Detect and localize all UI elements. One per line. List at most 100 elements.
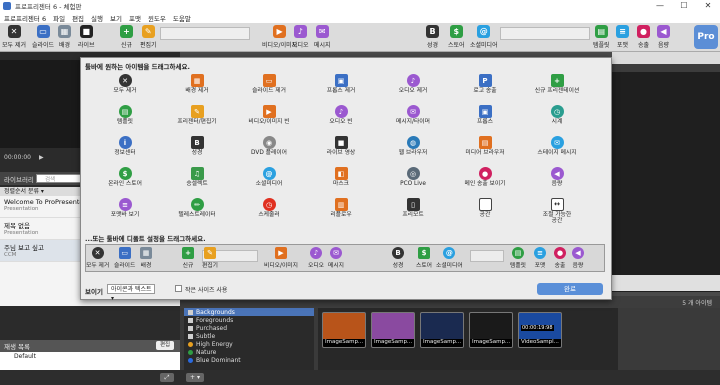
toolbar-option-web-browser[interactable]: ◍ 웹 브라우저 (377, 136, 449, 162)
menu-view[interactable]: 보기 (110, 13, 122, 23)
toolbar-option-template[interactable]: ▤ 템플릿 (89, 105, 161, 131)
toolbar-volume-button[interactable]: ◀ 음량 (657, 25, 670, 49)
maximize-button[interactable]: ☐ (672, 0, 696, 12)
toolbar-option-songselect[interactable]: ♫ 승셀렉트 (161, 167, 233, 193)
toolbar-option-clear-slide[interactable]: ▭ 슬라이드 제거 (233, 74, 305, 100)
toolbar-output-button[interactable]: ● 송출 (637, 25, 650, 49)
toolbar-option-pco-live[interactable]: ◎ PCO Live (377, 167, 449, 193)
toolbar-option-stage-message[interactable]: ✉ 스테이지 메시지 (521, 136, 593, 162)
output-icon: ● (637, 25, 650, 38)
toolbar-option-pre-remote[interactable]: ▯ 프리모트 (377, 198, 449, 224)
toolbar-background-button[interactable]: ▦ 배경 (58, 25, 71, 49)
default-toolbar-set[interactable]: ✕ 모두 제거 ▭ 슬라이드 ▦ 배경 + 신규 ✎ 편집기 ▶ 비디오/이미지 ♪ 오디오 ✉ 메시지 B 성경… (85, 244, 605, 272)
toolbar-option-reflow[interactable]: ▥ 리플로우 (305, 198, 377, 224)
media-category[interactable]: Purchased (184, 324, 314, 332)
done-button[interactable]: 완료 (537, 283, 603, 295)
media-thumbnail-label: VideoSampl... (519, 339, 561, 347)
menu-run[interactable]: 실행 (91, 13, 103, 23)
toolbar-audio-button[interactable]: ♪ 오디오 (292, 25, 309, 49)
library-search-input[interactable]: 검색 (36, 174, 86, 183)
toolbar-option-social-media[interactable]: @ 소셜미디어 (233, 167, 305, 193)
close-button[interactable]: ✕ (696, 0, 720, 12)
menu-app[interactable]: 프로프리젠터 6 (4, 13, 46, 23)
toolbar-live-button[interactable]: ■ 라이브 (78, 25, 95, 49)
media-category[interactable]: Subtle (184, 332, 314, 340)
toolbar-option-audio-bin[interactable]: ♪ 오디오 빈 (305, 105, 377, 131)
toolbar-option-props[interactable]: ▣ 프롭스 (449, 105, 521, 131)
media-thumbnail[interactable]: ImageSamp... (322, 312, 366, 348)
toolbar-bible-button[interactable]: B 성경 (426, 25, 439, 49)
toolbar-template-button[interactable]: ▤ 템플릿 (593, 25, 610, 49)
volume-icon: ◀ (550, 167, 564, 180)
playlist-dot-icon (188, 349, 193, 355)
toolbar-label: 음량 (657, 42, 670, 49)
toolbar-option-new-presentation[interactable]: + 신규 프리젠테이션 (521, 74, 593, 100)
toolbar-message-button[interactable]: ✉ 메시지 (314, 25, 331, 49)
toolbar-clear-all-button[interactable]: ✕ 모두 제거 (2, 25, 26, 49)
small-size-checkbox[interactable] (175, 285, 182, 292)
toolbar-option-clear-all[interactable]: ✕ 모두 제거 (89, 74, 161, 100)
toolbar-option-format-bar[interactable]: ≡ 포맷바 보기 (89, 198, 161, 224)
media-category[interactable]: Blue Dominant (184, 356, 314, 364)
add-library-button[interactable]: + ▾ (186, 373, 204, 382)
media-thumbnail[interactable]: ImageSamp... (371, 312, 415, 348)
media-category[interactable]: High Energy (184, 340, 314, 348)
play-icon[interactable]: ▶ (39, 154, 44, 161)
option-label: 프리모트 (402, 212, 424, 218)
option-label: 공간 (479, 212, 491, 218)
toolbar-option-show-main-output[interactable]: ● 메인 송출 보이기 (449, 167, 521, 193)
menu-help[interactable]: 도움말 (173, 13, 191, 23)
toolbar-new-button[interactable]: + 신규 (120, 25, 133, 49)
toolbar-option-clear-background[interactable]: ▦ 배경 제거 (161, 74, 233, 100)
message-icon: ✉ (330, 247, 342, 259)
default-item-template: ▤ 템플릿 (510, 247, 526, 269)
toolbar-format-button[interactable]: ≡ 포맷 (616, 25, 629, 49)
media-thumbnail[interactable]: 00:00:19:98 VideoSampl... (518, 312, 562, 348)
main-toolbar: ✕ 모두 제거 ▭ 슬라이드 ▦ 배경 ■ 라이브 + 신규 ✎ 편집기 ▶ 비디오/이미지 ♪ 오디오 ✉ 메시… (0, 23, 720, 52)
default-item-label: 오디오 (308, 263, 324, 269)
title-bar: 프로프리젠터 6 - 체험판 — ☐ ✕ (0, 0, 720, 12)
minimize-button[interactable]: — (648, 0, 672, 12)
media-category[interactable]: Foregrounds (184, 316, 314, 324)
playlist-edit-button[interactable]: 편집 (156, 341, 174, 350)
toolbar-option-mask[interactable]: ◧ 마스크 (305, 167, 377, 193)
toolbar-editor-button[interactable]: ✎ 편집기 (140, 25, 157, 49)
toolbar-option-info-center[interactable]: i 정보센터 (89, 136, 161, 162)
menu-window[interactable]: 윈도우 (148, 13, 166, 23)
toolbar-option-clock[interactable]: ◷ 시계 (521, 105, 593, 131)
media-thumbnail[interactable]: ImageSamp... (469, 312, 513, 348)
toolbar-option-clear-props[interactable]: ▣ 프롭스 제거 (305, 74, 377, 100)
playlist-item-default[interactable]: Default (0, 352, 180, 362)
menu-format[interactable]: 포맷 (129, 13, 141, 23)
menu-edit[interactable]: 편집 (72, 13, 84, 23)
menu-file[interactable]: 파일 (53, 13, 65, 23)
toolbar-option-flexible-space[interactable]: ↔ 조절 가능한 공간 (521, 198, 593, 224)
option-label: 포맷바 보기 (110, 212, 140, 218)
toolbar-label: 스토어 (448, 42, 465, 49)
new-icon: + (182, 247, 194, 259)
toolbar-option-space[interactable]: 공간 (449, 198, 521, 224)
show-select[interactable]: 아이콘과 텍스트 ▾ (107, 284, 155, 302)
toolbar-option-volume[interactable]: ◀ 음량 (521, 167, 593, 193)
toolbar-option-telestrator[interactable]: ✏ 텔레스트레이터 (161, 198, 233, 224)
toolbar-option-bible[interactable]: B 성경 (161, 136, 233, 162)
media-category[interactable]: Backgrounds (184, 308, 314, 316)
toolbar-option-message-timer[interactable]: ✉ 메시지/타이머 (377, 105, 449, 131)
media-category[interactable]: Nature (184, 348, 314, 356)
toolbar-option-presenter-editor[interactable]: ✎ 프리젠터/편집기 (161, 105, 233, 131)
toolbar-option-dvd-player[interactable]: ◉ DVD 플레이어 (233, 136, 305, 162)
media-category-label: High Energy (196, 340, 233, 348)
toolbar-option-media-browser[interactable]: ▤ 미디어 브라우저 (449, 136, 521, 162)
toolbar-option-live-video[interactable]: ■ 라이브 영상 (305, 136, 377, 162)
media-thumbnail[interactable]: ImageSamp... (420, 312, 464, 348)
toolbar-social-media-button[interactable]: @ 소셜미디어 (470, 25, 498, 49)
expand-icon[interactable]: ⤢ (160, 373, 174, 382)
toolbar-option-online-store[interactable]: $ 온라인 스토어 (89, 167, 161, 193)
toolbar-slide-button[interactable]: ▭ 슬라이드 (32, 25, 54, 49)
toolbar-option-clear-audio[interactable]: ♪ 오디오 제거 (377, 74, 449, 100)
toolbar-option-scheduler[interactable]: ◷ 스케줄러 (233, 198, 305, 224)
toolbar-store-button[interactable]: $ 스토어 (448, 25, 465, 49)
toolbar-option-video-image-bin[interactable]: ▶ 비디오/이미지 빈 (233, 105, 305, 131)
media-count: 5 개 아이템 (682, 300, 712, 307)
toolbar-option-logo[interactable]: P 로고 송출 (449, 74, 521, 100)
